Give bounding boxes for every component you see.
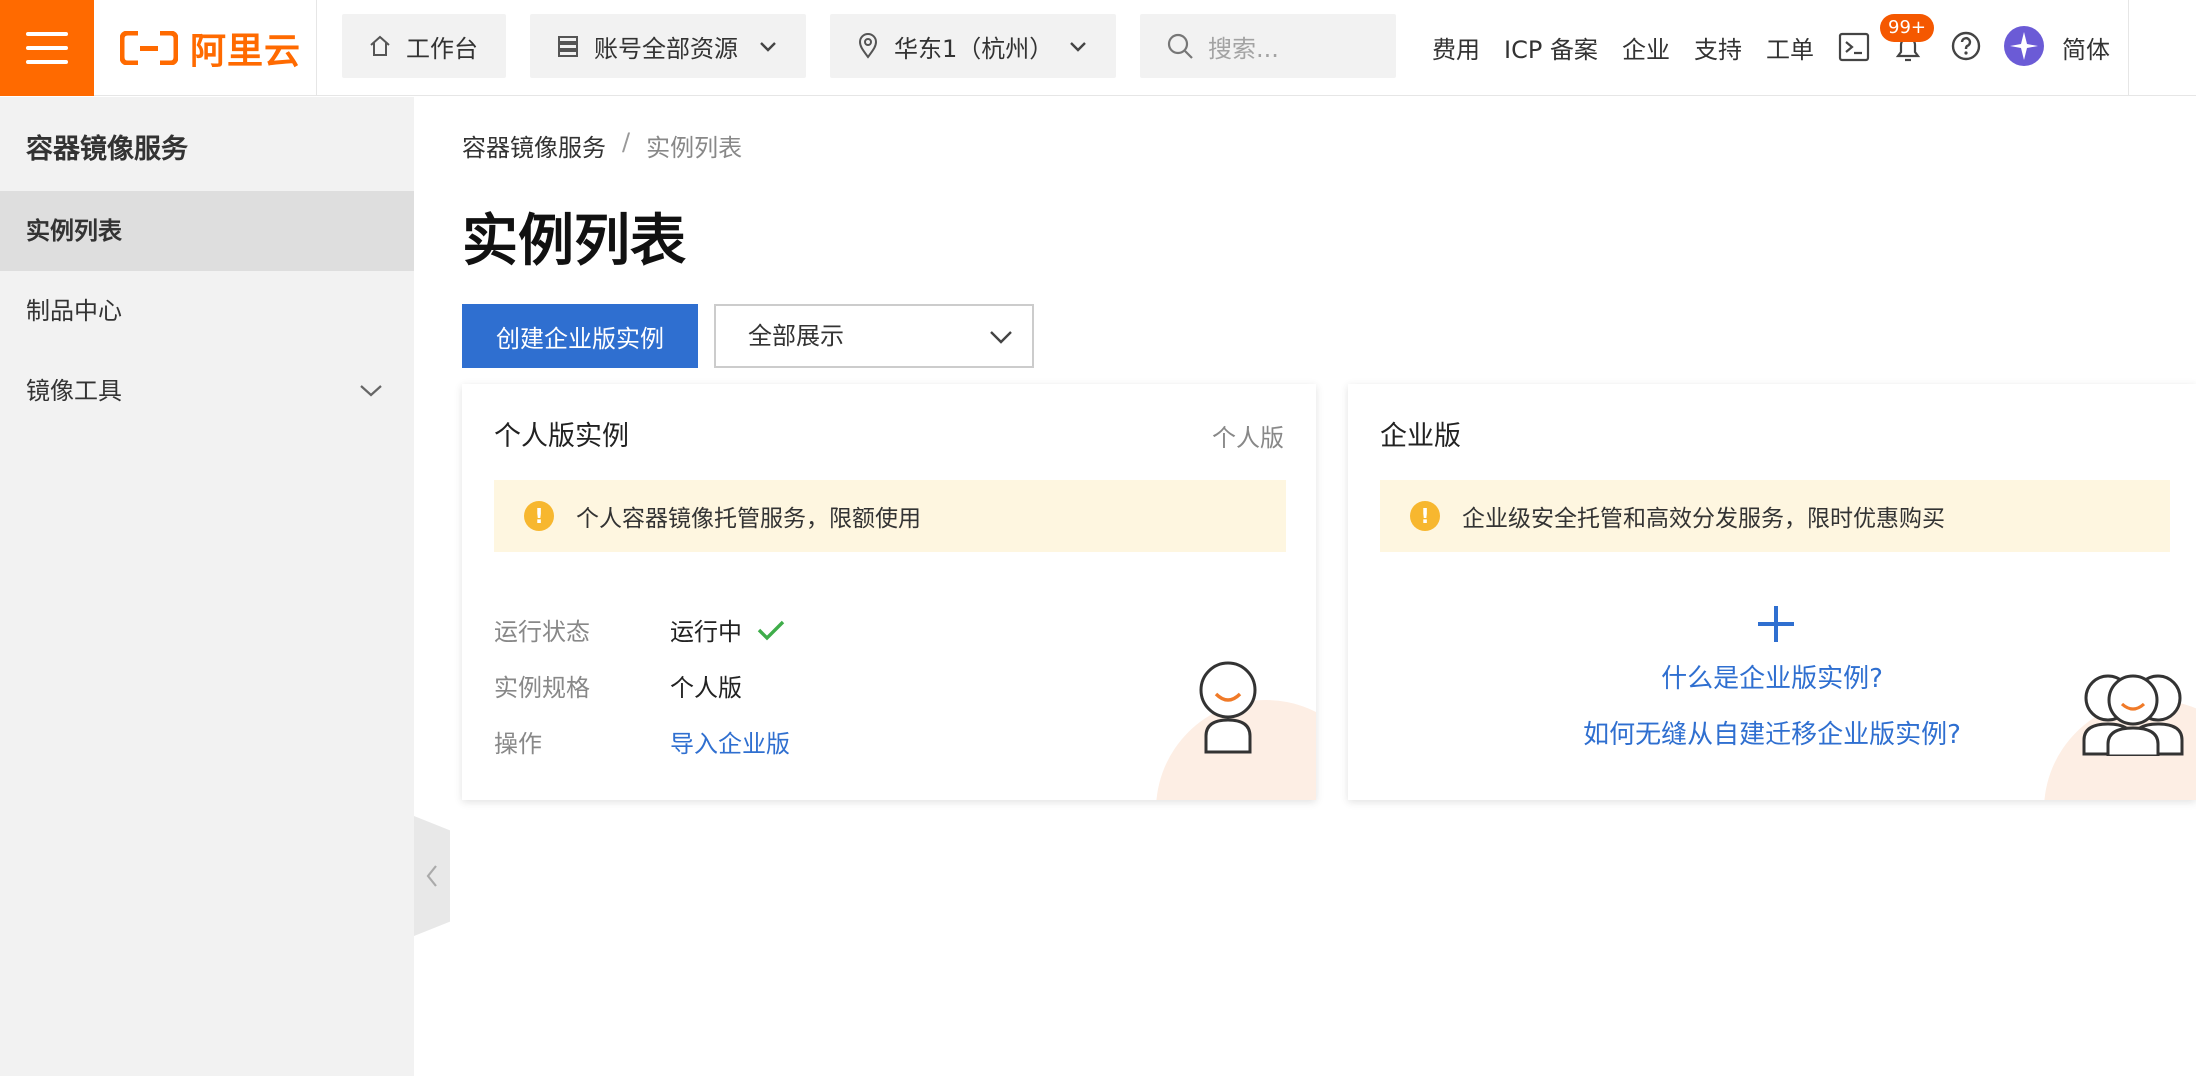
breadcrumb: 容器镜像服务 / 实例列表: [462, 128, 742, 163]
region-dropdown[interactable]: 华东1（杭州）: [830, 14, 1116, 78]
help-icon[interactable]: [1950, 30, 1982, 62]
sidebar-item-label: 镜像工具: [26, 377, 122, 405]
terminal-icon[interactable]: [1838, 32, 1870, 62]
notice-text: 个人容器镜像托管服务，限额使用: [576, 506, 921, 532]
select-value: 全部展示: [748, 322, 844, 350]
breadcrumb-item-current: 实例列表: [646, 134, 743, 162]
notice-text: 企业级安全托管和高效分发服务，限时优惠购买: [1462, 506, 1945, 532]
workbench-label: 工作台: [406, 34, 478, 63]
chevron-down-icon: [360, 385, 382, 397]
top-bar: 阿里云 工作台 账号全部资源 华东1（杭州） 搜索... 费用 ICP 备案 企…: [0, 0, 2196, 96]
spec-value: 个人版: [670, 674, 742, 702]
divider: [2128, 0, 2129, 96]
card-title: 个人版实例: [494, 421, 629, 452]
aliyun-logo[interactable]: 阿里云: [120, 22, 301, 74]
card-tag: 个人版: [1212, 424, 1284, 452]
link-enterprise[interactable]: 企业: [1622, 30, 1670, 65]
enterprise-instance-card: 企业版 ! 企业级安全托管和高效分发服务，限时优惠购买 什么是企业版实例? 如何…: [1348, 384, 2196, 800]
status-label: 运行状态: [494, 618, 590, 646]
menu-button[interactable]: [0, 0, 94, 96]
sidebar-item-label: 制品中心: [26, 297, 122, 325]
resources-dropdown[interactable]: 账号全部资源: [530, 14, 806, 78]
search-placeholder: 搜索...: [1208, 34, 1279, 63]
link-icp[interactable]: ICP 备案: [1504, 30, 1598, 65]
avatar[interactable]: [2004, 26, 2044, 66]
sidebar-collapse-button[interactable]: [414, 816, 450, 936]
link-support[interactable]: 支持: [1694, 30, 1742, 65]
divider: [316, 0, 317, 96]
sidebar: 容器镜像服务 实例列表 制品中心 镜像工具: [0, 97, 414, 1076]
home-icon: [370, 35, 390, 56]
language-switch[interactable]: 简体: [2062, 30, 2110, 65]
hamburger-icon: [26, 32, 68, 36]
display-filter-select[interactable]: 全部展示: [714, 304, 1034, 368]
sidebar-item-image-tools[interactable]: 镜像工具: [0, 351, 414, 431]
plus-icon[interactable]: [1756, 604, 1796, 644]
chevron-down-icon: [760, 42, 776, 52]
resources-label: 账号全部资源: [594, 34, 738, 63]
personal-instance-card: 个人版实例 个人版 ! 个人容器镜像托管服务，限额使用 运行状态 运行中 实例规…: [462, 384, 1316, 800]
aliyun-logo-icon: [120, 31, 178, 65]
spec-label: 实例规格: [494, 674, 590, 702]
chevron-left-icon: [426, 865, 437, 887]
logo-text: 阿里云: [190, 31, 302, 72]
chevron-down-icon: [1070, 42, 1086, 52]
search-icon: [1167, 33, 1193, 59]
status-value: 运行中: [670, 618, 742, 646]
sidebar-item-artifact-center[interactable]: 制品中心: [0, 271, 414, 351]
notification-badge: 99+: [1880, 14, 1934, 42]
create-enterprise-instance-button[interactable]: 创建企业版实例: [462, 304, 698, 368]
region-label: 华东1（杭州）: [894, 34, 1054, 63]
notice-banner: ! 企业级安全托管和高效分发服务，限时优惠购买: [1380, 480, 2170, 552]
link-ticket[interactable]: 工单: [1766, 30, 1814, 65]
sidebar-item-label: 实例列表: [26, 217, 122, 245]
breadcrumb-item-service[interactable]: 容器镜像服务: [462, 128, 606, 163]
people-icon: [2082, 674, 2184, 756]
warning-icon: !: [1410, 501, 1440, 531]
import-enterprise-link[interactable]: 导入企业版: [670, 724, 790, 759]
card-title: 企业版: [1380, 421, 1461, 452]
sidebar-item-instance-list[interactable]: 实例列表: [0, 191, 414, 271]
sidebar-title: 容器镜像服务: [26, 134, 188, 165]
page-title: 实例列表: [462, 209, 686, 274]
status-value-group: 运行中: [670, 612, 786, 647]
what-is-enterprise-link[interactable]: 什么是企业版实例?: [1348, 658, 2196, 695]
breadcrumb-separator: /: [622, 128, 631, 156]
search-input[interactable]: 搜索...: [1140, 14, 1396, 78]
warning-icon: !: [524, 501, 554, 531]
notice-banner: ! 个人容器镜像托管服务，限额使用: [494, 480, 1286, 552]
operation-label: 操作: [494, 730, 542, 758]
link-fees[interactable]: 费用: [1432, 30, 1480, 65]
person-icon: [1199, 661, 1257, 754]
resources-icon: [558, 36, 578, 57]
check-icon: [757, 620, 785, 640]
chevron-down-icon: [990, 331, 1012, 344]
location-icon: [858, 33, 878, 59]
workbench-button[interactable]: 工作台: [342, 14, 506, 78]
